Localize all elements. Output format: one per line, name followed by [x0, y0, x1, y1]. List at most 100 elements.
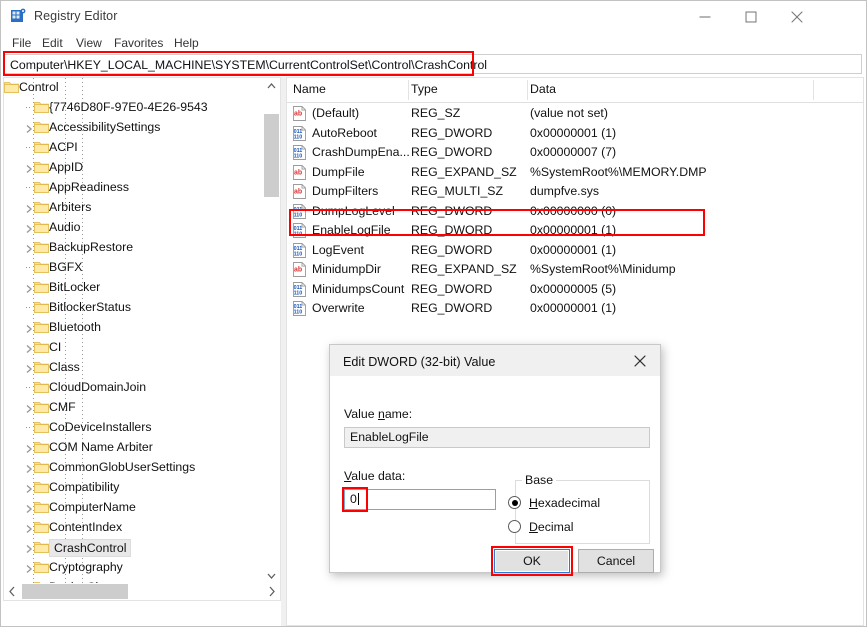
tree-item-label: Class: [49, 360, 80, 374]
list-header: Name Type Data: [287, 78, 863, 103]
close-button[interactable]: [774, 1, 820, 32]
scroll-up-icon[interactable]: [263, 78, 280, 95]
cancel-button[interactable]: Cancel: [578, 549, 654, 573]
minimize-button[interactable]: [682, 1, 728, 32]
tree-horizontal-scrollbar[interactable]: [4, 583, 280, 600]
table-row[interactable]: 011 110 LogEvent REG_DWORD 0x00000001 (1): [287, 241, 863, 261]
chevron-right-icon[interactable]: [24, 363, 34, 374]
svg-text:110: 110: [294, 212, 303, 218]
registry-tree-pane[interactable]: Control {7746D80F-97E0-4E26-9543 Accessibi…: [3, 77, 281, 601]
chevron-right-icon[interactable]: [24, 243, 34, 254]
scroll-right-icon[interactable]: [263, 583, 280, 600]
ok-button[interactable]: OK: [494, 549, 570, 573]
svg-text:110: 110: [294, 309, 303, 315]
tree-item-class[interactable]: Class: [4, 358, 264, 378]
table-row[interactable]: ab (Default) REG_SZ (value not set): [287, 104, 863, 124]
menu-edit[interactable]: Edit: [37, 35, 68, 51]
menu-help[interactable]: Help: [169, 35, 204, 51]
tree-item-7746d80f-97e0-4e26-9543[interactable]: {7746D80F-97E0-4E26-9543: [4, 98, 264, 118]
table-row[interactable]: 011 110 MinidumpsCount REG_DWORD 0x00000005 …: [287, 280, 863, 300]
radio-hexadecimal-icon: [508, 496, 521, 509]
value-data-cell: %SystemRoot%\Minidump: [530, 262, 676, 276]
value-type-cell: REG_DWORD: [411, 223, 493, 237]
tree-item-bluetooth[interactable]: Bluetooth: [4, 318, 264, 338]
column-header-name[interactable]: Name: [293, 82, 326, 96]
tree-item-codeviceinstallers[interactable]: CoDeviceInstallers: [4, 418, 264, 438]
column-header-type[interactable]: Type: [411, 82, 438, 96]
maximize-button[interactable]: [728, 1, 774, 32]
menu-view[interactable]: View: [71, 35, 107, 51]
table-row[interactable]: ab DumpFile REG_EXPAND_SZ %SystemRoot%\MEMO…: [287, 163, 863, 183]
table-row[interactable]: 011 110 Overwrite REG_DWORD 0x00000001 (1): [287, 299, 863, 319]
tree-item-crashcontrol[interactable]: CrashControl: [4, 538, 264, 558]
menu-file[interactable]: File: [7, 35, 36, 51]
value-data-input[interactable]: 0: [344, 489, 496, 510]
dialog-close-button[interactable]: [620, 345, 660, 376]
table-row[interactable]: 011 110 DumpLogLevel REG_DWORD 0x00000000 (0…: [287, 202, 863, 222]
folder-icon: [34, 101, 49, 114]
chevron-right-icon[interactable]: [24, 343, 34, 354]
table-row[interactable]: ab DumpFilters REG_MULTI_SZ dumpfve.sys: [287, 182, 863, 202]
tree-hscrollbar-thumb[interactable]: [22, 584, 128, 599]
chevron-right-icon[interactable]: [24, 483, 34, 494]
folder-icon: [34, 421, 49, 434]
value-data-cell: (value not set): [530, 106, 608, 120]
tree-item-compatibility[interactable]: Compatibility: [4, 478, 264, 498]
address-input[interactable]: Computer\HKEY_LOCAL_MACHINE\SYSTEM\Curre…: [3, 54, 862, 74]
tree-item-bitlockerstatus[interactable]: BitlockerStatus: [4, 298, 264, 318]
svg-text:ab: ab: [294, 110, 302, 117]
tree-item-backuprestore[interactable]: BackupRestore: [4, 238, 264, 258]
tree-item-control[interactable]: Control: [4, 78, 264, 98]
tree-item-accessibilitysettings[interactable]: AccessibilitySettings: [4, 118, 264, 138]
chevron-right-icon[interactable]: [24, 123, 34, 134]
chevron-right-icon[interactable]: [24, 503, 34, 514]
scroll-left-icon[interactable]: [4, 583, 21, 600]
tree-item-cryptography[interactable]: Cryptography: [4, 558, 264, 578]
radio-hexadecimal[interactable]: Hexadecimal: [508, 496, 600, 510]
tree-item-contentindex[interactable]: ContentIndex: [4, 518, 264, 538]
tree-item-com-name-arbiter[interactable]: COM Name Arbiter: [4, 438, 264, 458]
table-row[interactable]: 011 110 CrashDumpEna... REG_DWORD 0x00000007…: [287, 143, 863, 163]
tree-item-computername[interactable]: ComputerName: [4, 498, 264, 518]
chevron-right-icon[interactable]: [24, 163, 34, 174]
tree-vertical-scrollbar[interactable]: [263, 78, 280, 584]
radio-decimal[interactable]: Decimal: [508, 520, 573, 534]
chevron-right-icon[interactable]: [24, 223, 34, 234]
chevron-right-icon[interactable]: [24, 563, 34, 574]
chevron-right-icon[interactable]: [24, 523, 34, 534]
chevron-right-icon[interactable]: [24, 403, 34, 414]
table-row[interactable]: 011 110 EnableLogFile REG_DWORD 0x00000001 (…: [287, 221, 863, 241]
tree-item-acpi[interactable]: ACPI: [4, 138, 264, 158]
tree-scrollbar-thumb[interactable]: [264, 114, 279, 197]
value-data-cell: 0x00000001 (1): [530, 301, 617, 315]
chevron-right-icon[interactable]: [24, 463, 34, 474]
table-row[interactable]: 011 110 AutoReboot REG_DWORD 0x00000001 (1): [287, 124, 863, 144]
tree-leaf-dash: [26, 307, 32, 308]
folder-icon: [34, 301, 49, 314]
tree-item-label: Arbiters: [49, 200, 92, 214]
chevron-right-icon[interactable]: [24, 283, 34, 294]
tree-item-clouddomainjoin[interactable]: CloudDomainJoin: [4, 378, 264, 398]
chevron-right-icon[interactable]: [24, 543, 34, 554]
tree-item-audio[interactable]: Audio: [4, 218, 264, 238]
column-header-data[interactable]: Data: [530, 82, 556, 96]
value-name-cell: AutoReboot: [312, 125, 377, 140]
tree-item-cmf[interactable]: CMF: [4, 398, 264, 418]
chevron-right-icon[interactable]: [24, 443, 34, 454]
table-row[interactable]: ab MinidumpDir REG_EXPAND_SZ %SystemRoot%\M…: [287, 260, 863, 280]
tree-item-appid[interactable]: AppID: [4, 158, 264, 178]
value-name-cell: CrashDumpEna...: [312, 145, 410, 159]
tree-item-label: AppReadiness: [49, 180, 129, 194]
value-type-cell: REG_DWORD: [411, 203, 493, 218]
chevron-right-icon[interactable]: [24, 203, 34, 214]
value-name-input[interactable]: EnableLogFile: [344, 427, 650, 448]
tree-item-ci[interactable]: CI: [4, 338, 264, 358]
tree-item-commonglobusersettings[interactable]: CommonGlobUserSettings: [4, 458, 264, 478]
tree-item-bitlocker[interactable]: BitLocker: [4, 278, 264, 298]
tree-item-bgfx[interactable]: BGFX: [4, 258, 264, 278]
menu-favorites[interactable]: Favorites: [109, 35, 168, 51]
chevron-right-icon[interactable]: [24, 323, 34, 334]
tree-item-appreadiness[interactable]: AppReadiness: [4, 178, 264, 198]
tree-item-arbiters[interactable]: Arbiters: [4, 198, 264, 218]
scroll-down-icon[interactable]: [263, 567, 280, 584]
